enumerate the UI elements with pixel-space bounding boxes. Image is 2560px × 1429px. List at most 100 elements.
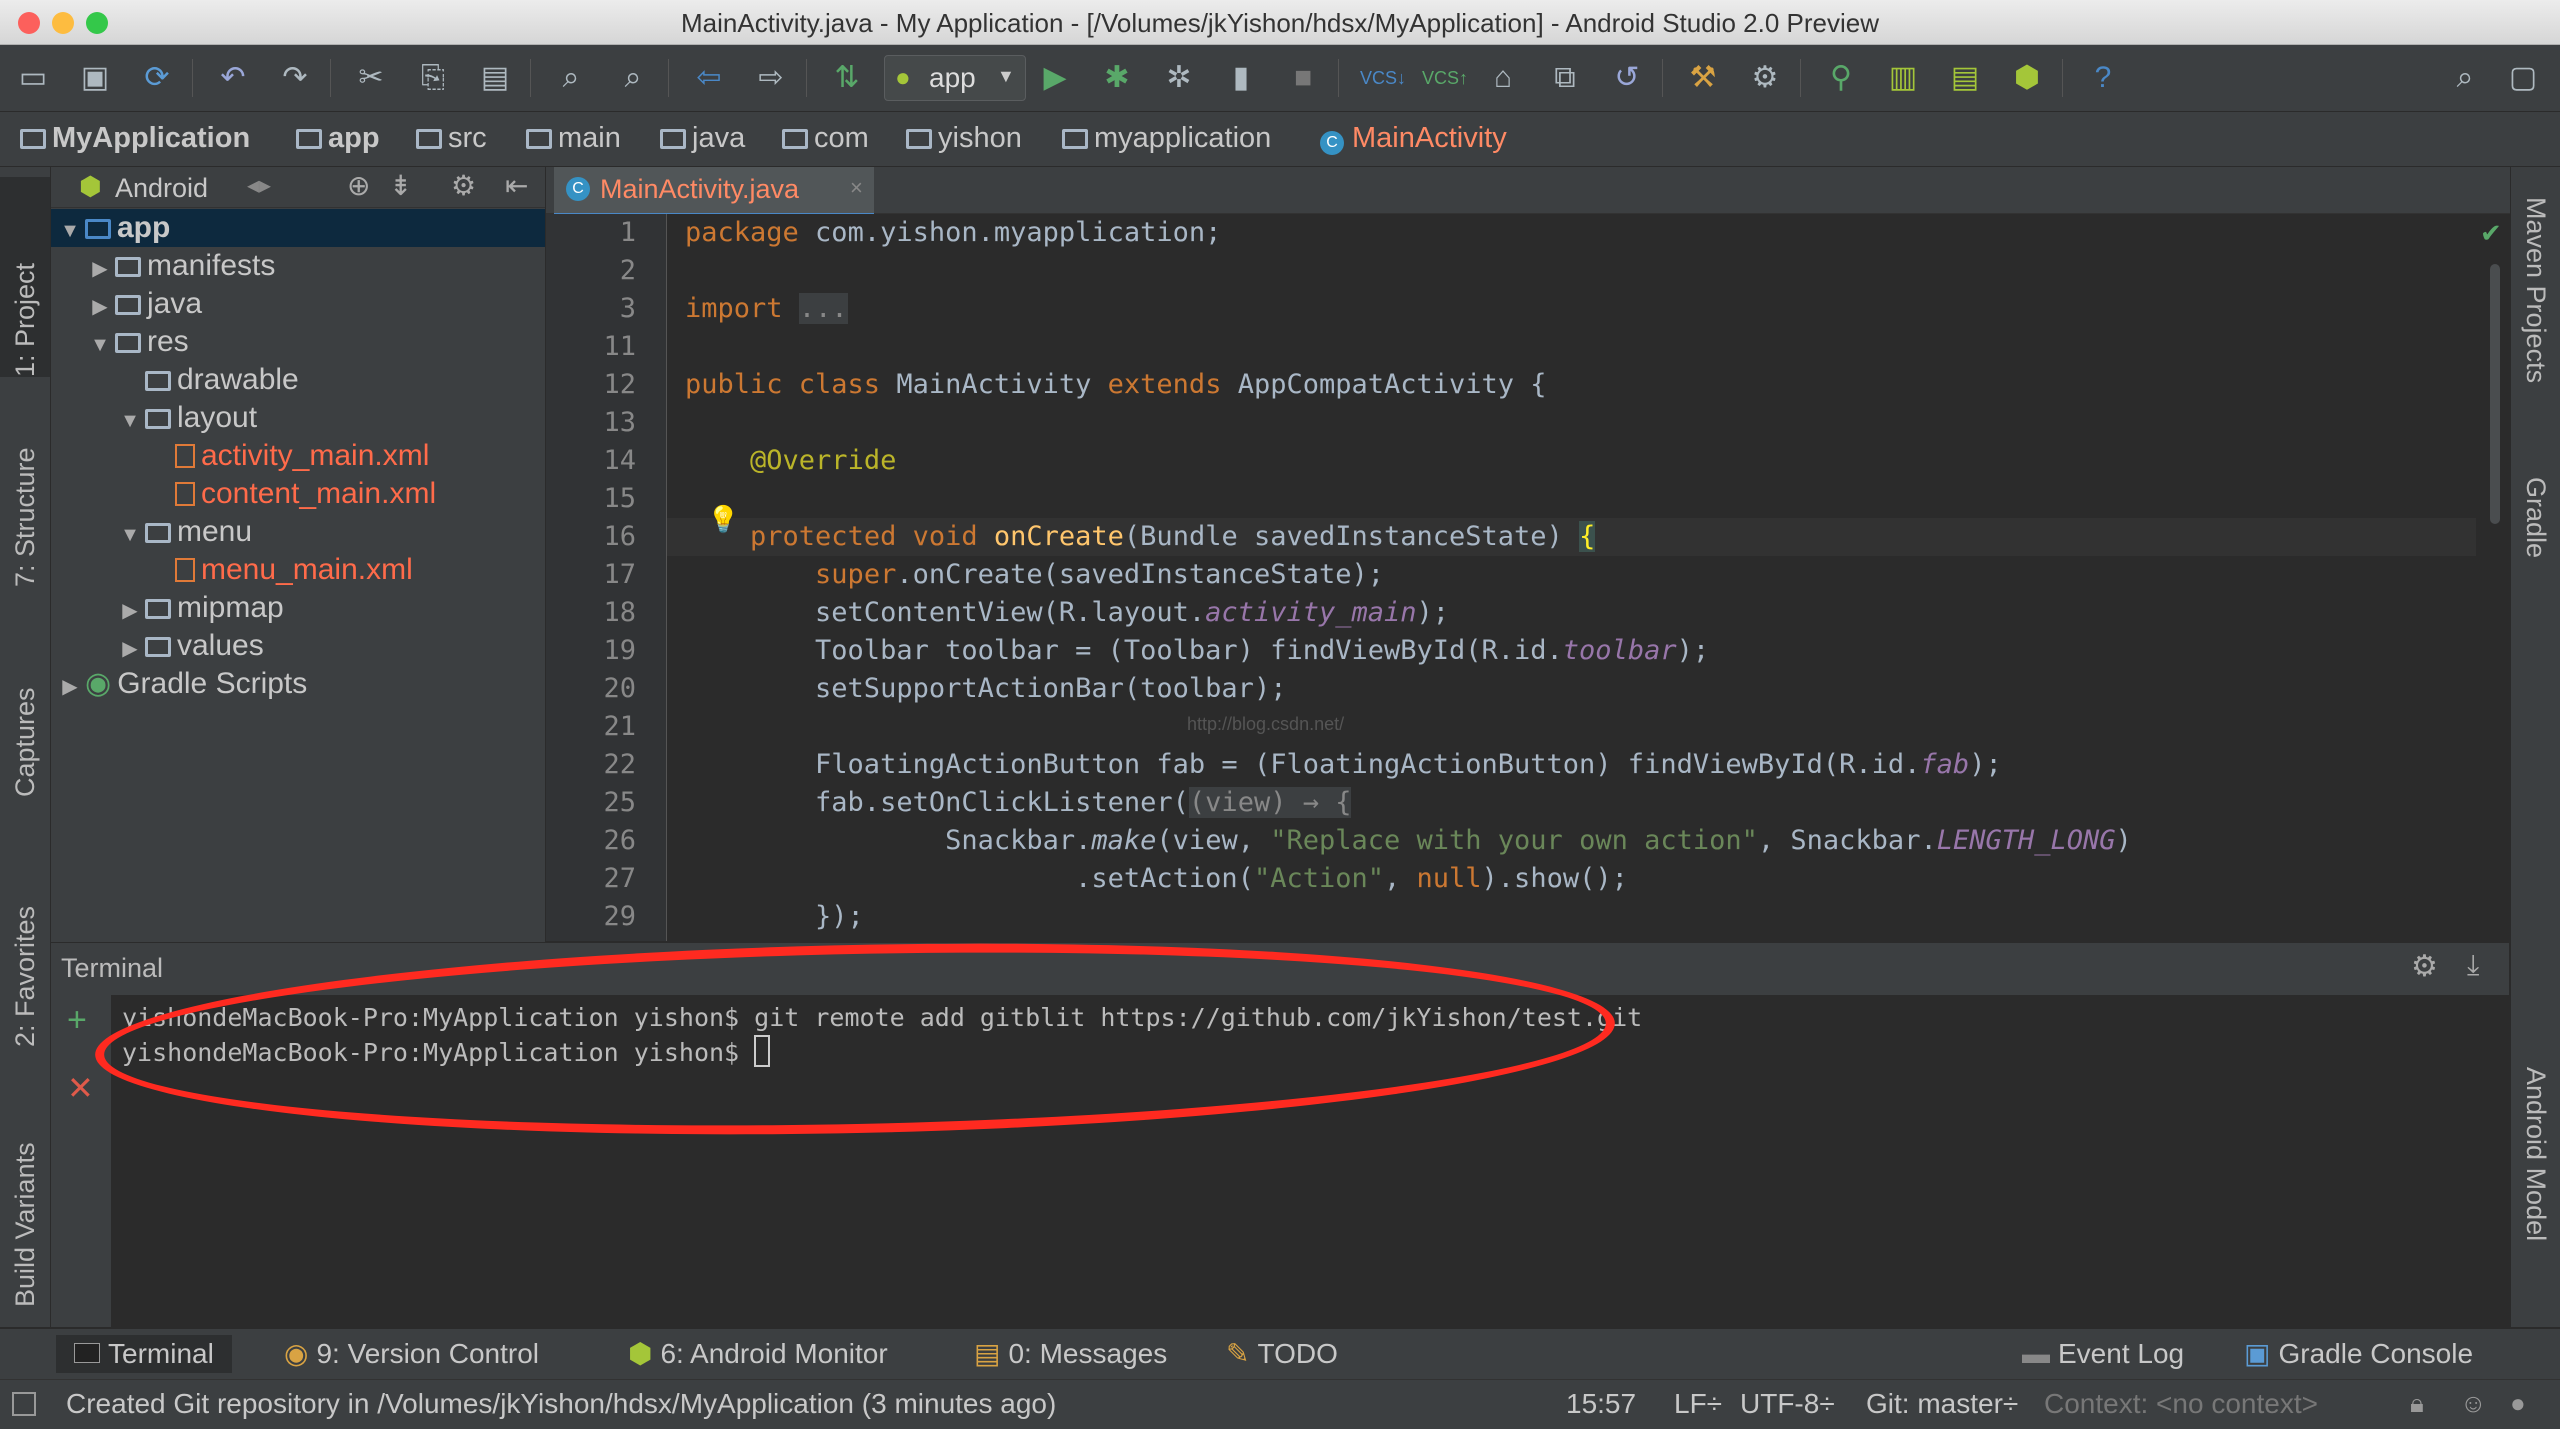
settings-icon[interactable]: ⚙ — [1746, 59, 1784, 97]
tree-node[interactable]: ▶ java — [51, 285, 545, 323]
tab-todo[interactable]: ✎ TODO — [1226, 1335, 1338, 1373]
tree-node[interactable]: ▶ mipmap — [51, 589, 545, 627]
tab-structure[interactable]: 7: Structure — [0, 397, 50, 587]
undo-icon[interactable]: ↶ — [214, 59, 252, 97]
git-branch[interactable]: Git: master÷ — [1866, 1388, 2018, 1420]
expanded-arrow-icon[interactable]: ▼ — [115, 402, 145, 440]
back-icon[interactable]: ⇦ — [690, 59, 728, 97]
file-encoding[interactable]: UTF-8÷ — [1740, 1388, 1835, 1420]
tab-gradle-console[interactable]: ▣ Gradle Console — [2244, 1335, 2473, 1373]
collapse-icon[interactable]: ⇟ — [389, 169, 412, 202]
vcs-commit-icon[interactable]: VCS↑ — [1422, 59, 1468, 97]
breadcrumb-item[interactable]: java — [660, 122, 745, 155]
tab-event-log[interactable]: ▬ Event Log — [2022, 1335, 2184, 1373]
tool-windows-icon[interactable] — [12, 1392, 36, 1416]
close-icon[interactable]: × — [850, 175, 863, 201]
breadcrumb-item[interactable]: MyApplication — [20, 122, 250, 155]
target-icon[interactable]: ⊕ — [347, 169, 370, 202]
folder-open-icon[interactable]: ▭ — [14, 59, 52, 97]
tree-node[interactable]: content_main.xml — [51, 475, 545, 513]
gear-icon[interactable]: ⚙ — [451, 169, 476, 202]
tree-node[interactable]: ▶ ◉ Gradle Scripts — [51, 665, 545, 703]
expanded-arrow-icon[interactable]: ▼ — [85, 326, 115, 364]
add-icon[interactable]: + — [67, 1001, 87, 1040]
tab-project[interactable]: 1: Project — [0, 177, 50, 377]
project-view-mode[interactable]: Android — [115, 173, 208, 204]
vcs-revert-icon[interactable]: ↺ — [1608, 59, 1646, 97]
caret-position[interactable]: 15:57 — [1566, 1388, 1636, 1420]
sync-icon[interactable]: ⟳ — [138, 59, 176, 97]
breadcrumb-item[interactable]: app — [296, 122, 380, 155]
help-icon[interactable]: ? — [2084, 59, 2122, 97]
run-icon[interactable]: ▶ — [1036, 59, 1074, 97]
line-separator[interactable]: LF÷ — [1674, 1388, 1722, 1420]
tab-android-monitor[interactable]: ⬢ 6: Android Monitor — [628, 1335, 888, 1373]
tab-version-control[interactable]: ◉ 9: Version Control — [284, 1335, 539, 1373]
breadcrumb-item[interactable]: myapplication — [1062, 122, 1271, 155]
project-structure-icon[interactable]: ⚒ — [1684, 59, 1722, 97]
avd-icon[interactable]: ⚲ — [1822, 59, 1860, 97]
collapsed-arrow-icon[interactable]: ▶ — [115, 592, 145, 630]
lightbulb-icon[interactable]: 💡 — [707, 504, 739, 535]
expanded-arrow-icon[interactable]: ▼ — [55, 212, 85, 250]
paste-icon[interactable]: ▤ — [476, 59, 514, 97]
coverage-icon[interactable]: ▮ — [1222, 59, 1260, 97]
tree-node[interactable]: ▼ layout — [51, 399, 545, 437]
expanded-arrow-icon[interactable]: ▼ — [115, 516, 145, 554]
debug-icon[interactable]: ✱ — [1098, 59, 1136, 97]
sdk-icon[interactable]: ▥ — [1884, 59, 1922, 97]
tab-captures[interactable]: Captures — [0, 617, 50, 797]
scroll-thumb[interactable] — [2490, 264, 2500, 524]
tree-node[interactable]: ▼ app — [51, 209, 545, 247]
search-icon[interactable]: ⌕ — [2446, 59, 2484, 97]
forward-icon[interactable]: ⇨ — [752, 59, 790, 97]
tree-node[interactable]: ▼ menu — [51, 513, 545, 551]
user-icon[interactable]: ▢ — [2504, 59, 2542, 97]
tab-build-variants[interactable]: Build Variants — [0, 1087, 50, 1307]
copy-icon[interactable]: ⎘ — [414, 59, 452, 97]
inspector-icon[interactable]: ☺ — [2460, 1388, 2487, 1419]
breadcrumb-item[interactable]: com — [782, 122, 869, 155]
android-icon[interactable]: ⬢ — [2008, 59, 2046, 97]
collapsed-arrow-icon[interactable]: ▶ — [85, 288, 115, 326]
attach-icon[interactable]: ✲ — [1160, 59, 1198, 97]
switch-view-icon[interactable]: ◂▸ — [247, 171, 271, 200]
breadcrumb-item-current[interactable]: C MainActivity — [1320, 122, 1507, 155]
gear-icon[interactable]: ⚙ — [2411, 949, 2438, 984]
stop-icon[interactable]: ■ — [1284, 59, 1322, 97]
redo-icon[interactable]: ↷ — [276, 59, 314, 97]
tab-gradle[interactable]: Gradle — [2511, 477, 2560, 617]
event-icon[interactable]: ● — [2510, 1388, 2526, 1419]
breadcrumb-item[interactable]: main — [526, 122, 621, 155]
collapsed-arrow-icon[interactable]: ▶ — [85, 250, 115, 288]
hide-icon[interactable]: ⇤ — [505, 169, 528, 202]
collapsed-arrow-icon[interactable]: ▶ — [115, 630, 145, 668]
vcs-compare-icon[interactable]: ⧉ — [1546, 59, 1584, 97]
lock-icon[interactable]: 🔒︎ — [2410, 1388, 2424, 1420]
tree-node[interactable]: activity_main.xml — [51, 437, 545, 475]
cut-icon[interactable]: ✂ — [352, 59, 390, 97]
device-monitor-icon[interactable]: ▤ — [1946, 59, 1984, 97]
collapsed-arrow-icon[interactable]: ▶ — [55, 668, 85, 706]
tab-maven-projects[interactable]: Maven Projects — [2511, 197, 2560, 437]
tab-terminal[interactable]: Terminal — [56, 1335, 232, 1373]
editor-scrollbar[interactable]: ✔ — [2476, 214, 2510, 941]
make-icon[interactable]: ⇅ — [828, 59, 866, 97]
tree-node[interactable]: ▶ values — [51, 627, 545, 665]
replace-icon[interactable]: ⌕ — [614, 59, 652, 97]
run-config-select[interactable]: ● app ▼ — [884, 55, 1026, 101]
breadcrumb-item[interactable]: yishon — [906, 122, 1022, 155]
tree-node[interactable]: menu_main.xml — [51, 551, 545, 589]
vcs-update-icon[interactable]: VCS↓ — [1360, 59, 1406, 97]
context-selector[interactable]: Context: <no context> — [2044, 1388, 2318, 1420]
tree-node[interactable]: drawable — [51, 361, 545, 399]
tab-messages[interactable]: ▤ 0: Messages — [974, 1335, 1167, 1373]
tab-favorites[interactable]: 2: Favorites — [0, 847, 50, 1047]
tab-mainactivity[interactable]: C MainActivity.java × — [554, 167, 874, 216]
hide-icon[interactable]: ⤓ — [2467, 949, 2479, 982]
tab-android-model[interactable]: Android Model — [2511, 1067, 2560, 1287]
save-icon[interactable]: ▣ — [76, 59, 114, 97]
tree-node[interactable]: ▶ manifests — [51, 247, 545, 285]
tree-node[interactable]: ▼ res — [51, 323, 545, 361]
vcs-history-icon[interactable]: ⌂ — [1484, 59, 1522, 97]
